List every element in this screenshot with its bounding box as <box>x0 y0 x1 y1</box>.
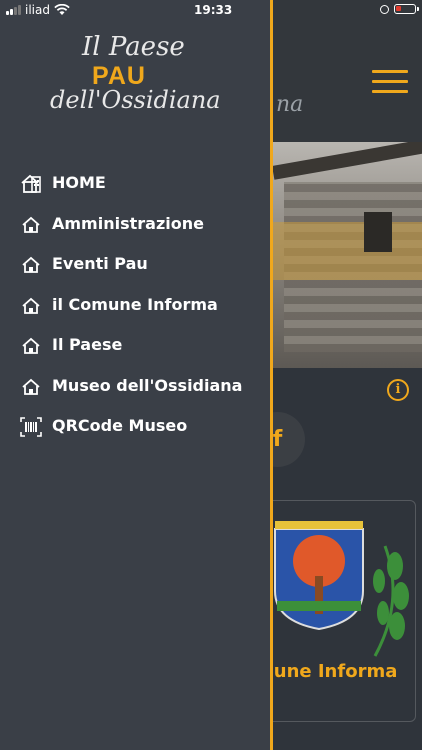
nav-item-il-paese[interactable]: Il Paese <box>0 326 270 367</box>
carrier-name: iliad <box>25 3 50 17</box>
nav-item-label: Museo dell'Ossidiana <box>52 375 243 395</box>
logo-line-1: Il Paese <box>82 32 185 62</box>
nav-item-label: QRCode Museo <box>52 416 188 435</box>
header-logo-fragment: na <box>276 92 304 117</box>
drawer-nav: HOME Amministrazione Eventi Pau il Comun… <box>0 164 270 448</box>
info-icon[interactable]: i <box>387 379 409 401</box>
nav-item-home[interactable]: HOME <box>0 164 270 205</box>
app-logo: Il Paese PAU dell'Ossidiana <box>0 30 272 130</box>
home-icon <box>22 297 40 314</box>
side-drawer: Il Paese PAU dell'Ossidiana HOME Amminis… <box>0 0 272 750</box>
home-icon <box>22 216 40 233</box>
home-icon <box>22 337 40 354</box>
nav-item-label: Amministrazione <box>52 213 204 233</box>
hamburger-menu-button[interactable] <box>372 70 408 96</box>
home-grid-icon <box>21 174 41 193</box>
nav-item-museo[interactable]: Museo dell'Ossidiana <box>0 367 270 408</box>
nav-item-label: Eventi Pau <box>52 254 148 273</box>
nav-item-amministrazione[interactable]: Amministrazione <box>0 205 270 246</box>
nav-item-comune-informa[interactable]: il Comune Informa <box>0 286 270 327</box>
nav-item-label: Il Paese <box>52 335 123 354</box>
coat-of-arms-icon <box>274 521 364 631</box>
status-right <box>380 4 419 14</box>
drawer-edge-divider <box>270 0 273 750</box>
nav-item-label: HOME <box>52 173 106 192</box>
status-bar: iliad 19:33 <box>0 0 422 22</box>
nav-item-qrcode-museo[interactable]: QRCode Museo <box>0 407 270 448</box>
hero-image <box>272 142 422 368</box>
signal-strength-icon <box>6 5 21 15</box>
nav-item-label: il Comune Informa <box>52 294 218 314</box>
logo-line-3: dell'Ossidiana <box>50 86 221 114</box>
nav-item-eventi-pau[interactable]: Eventi Pau <box>0 245 270 286</box>
facebook-icon: f <box>272 427 283 452</box>
card-label: mune Informa <box>255 661 398 682</box>
qrcode-icon <box>20 417 42 437</box>
comune-informa-card[interactable]: mune Informa <box>254 500 416 722</box>
wifi-icon <box>54 4 70 15</box>
battery-icon <box>394 4 419 14</box>
home-icon <box>22 256 40 273</box>
rotation-lock-icon <box>380 4 389 14</box>
status-time: 19:33 <box>194 3 233 17</box>
home-icon <box>22 378 40 395</box>
status-left: iliad <box>6 3 70 17</box>
laurel-branch-icon <box>373 545 409 657</box>
